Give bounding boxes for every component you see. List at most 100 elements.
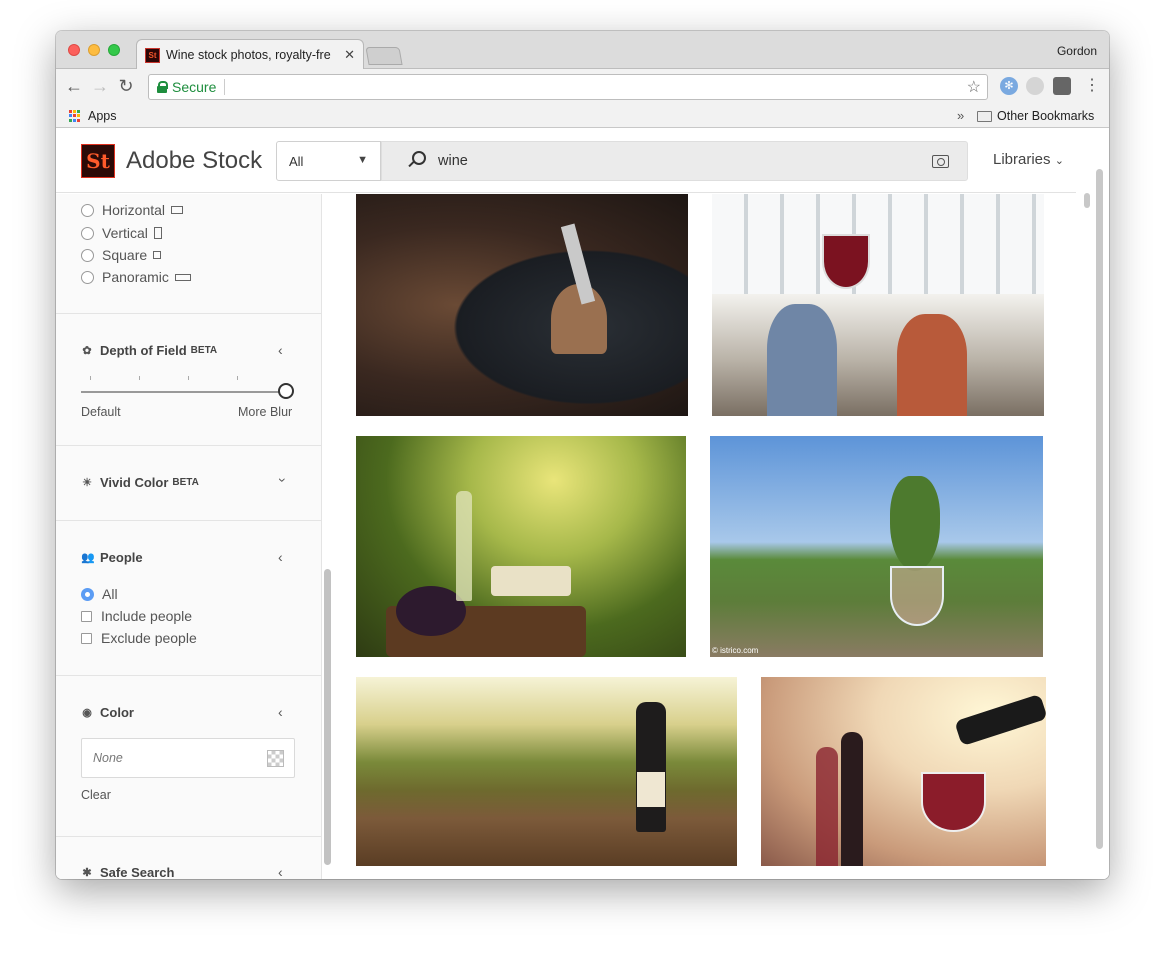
photo-wine-corkscrew[interactable] <box>356 194 688 416</box>
apps-bookmark[interactable]: Apps <box>88 109 117 123</box>
color-header[interactable]: ◉ Color <box>81 705 134 720</box>
browser-tab-active[interactable]: St Wine stock photos, royalty-fre ✕ <box>136 39 364 70</box>
photo-wine-bottle-table[interactable] <box>356 677 737 866</box>
square-shape-icon <box>153 251 162 259</box>
checkbox[interactable] <box>81 632 92 644</box>
extension-blue-icon[interactable]: ✻ <box>1000 77 1018 95</box>
cheese-shape <box>491 566 571 596</box>
color-picker-field[interactable]: None <box>81 738 295 778</box>
wine-bottle-shape <box>456 491 472 601</box>
chevron-down-icon: ▼ <box>357 154 368 166</box>
aperture-icon: ✿ <box>82 344 92 357</box>
libraries-menu[interactable]: Libraries ⌄ <box>993 151 1064 168</box>
panoramic-shape-icon <box>174 273 191 281</box>
color-title: Color <box>100 705 134 720</box>
extension-gray-icon[interactable] <box>1026 77 1044 95</box>
brand-name[interactable]: Adobe Stock <box>126 147 262 175</box>
orientation-option-panoramic[interactable]: Panoramic <box>81 269 191 285</box>
transparency-swatch-icon[interactable] <box>267 750 284 767</box>
search-bar[interactable]: wine <box>381 141 968 181</box>
adobe-stock-favicon: St <box>145 47 160 63</box>
lock-icon <box>157 81 168 93</box>
close-window-button[interactable] <box>68 44 80 56</box>
chevron-left-icon[interactable]: ‹ <box>278 864 283 879</box>
chevron-left-icon[interactable]: ‹ <box>278 704 283 720</box>
section-divider <box>56 520 321 521</box>
depth-of-field-slider-track[interactable] <box>81 391 293 393</box>
apps-grid-icon[interactable] <box>69 110 81 122</box>
section-divider <box>56 675 321 676</box>
beta-badge: BETA <box>190 345 218 356</box>
radio-button[interactable] <box>81 248 94 262</box>
slider-tick <box>139 376 140 380</box>
chevron-left-icon[interactable]: ‹ <box>278 342 283 358</box>
minimize-window-button[interactable] <box>88 44 100 56</box>
people-header[interactable]: 👥 People <box>81 550 143 565</box>
slider-min-label: Default <box>81 405 121 419</box>
other-bookmarks[interactable]: Other Bookmarks <box>997 109 1094 123</box>
radio-button[interactable] <box>81 203 94 217</box>
vivid-color-title: Vivid Color <box>100 475 169 490</box>
depth-of-field-slider-handle[interactable] <box>278 383 294 399</box>
orientation-label: Square <box>102 247 148 263</box>
section-divider <box>56 445 321 446</box>
back-arrow-icon[interactable]: ← <box>61 74 87 100</box>
page-scrollbar-area <box>1076 129 1109 879</box>
bottle-shape <box>816 747 838 866</box>
sun-icon: ☀ <box>82 476 92 489</box>
results-scrollbar[interactable] <box>1084 193 1090 208</box>
radio-button[interactable] <box>81 270 94 284</box>
checkbox[interactable] <box>81 610 92 622</box>
vivid-color-header[interactable]: ☀ Vivid Color BETA <box>81 475 199 490</box>
photo-grapes-wine-glass[interactable]: © istrico.com <box>710 436 1043 657</box>
people-icon: 👥 <box>81 551 95 564</box>
address-bar[interactable]: Secure ☆ <box>148 74 988 100</box>
browser-toolbar: ← → ↻ Secure ☆ <box>56 69 1109 104</box>
tab-title: Wine stock photos, royalty-fre <box>166 48 331 62</box>
content-type-select[interactable]: All ▼ <box>276 141 381 181</box>
zoom-window-button[interactable] <box>108 44 120 56</box>
people-option-include[interactable]: Include people <box>81 608 192 624</box>
radio-button-selected[interactable] <box>81 587 94 601</box>
camera-icon[interactable] <box>932 155 949 168</box>
sidebar-scrollbar[interactable] <box>324 569 331 865</box>
reload-icon[interactable]: ↻ <box>113 74 139 100</box>
window-background <box>712 194 1044 294</box>
orientation-option-square[interactable]: Square <box>81 247 162 263</box>
slider-tick <box>90 376 91 380</box>
photo-vineyard-wine-cheese[interactable] <box>356 436 686 657</box>
glass-shape <box>890 566 944 626</box>
man-figure <box>767 304 837 416</box>
orientation-label: Horizontal <box>102 202 166 218</box>
adobe-stock-logo[interactable]: St <box>81 144 115 178</box>
slider-tick <box>188 376 189 380</box>
chevron-down-icon[interactable]: ‹ <box>272 478 288 483</box>
photo-pouring-red-wine[interactable] <box>761 677 1046 866</box>
chevron-left-icon[interactable]: ‹ <box>278 549 283 565</box>
chevron-down-icon: ⌄ <box>1054 155 1064 167</box>
safe-search-header[interactable]: ✱ Safe Search <box>81 865 174 879</box>
extension-dark-icon[interactable] <box>1053 77 1071 95</box>
orientation-option-horizontal[interactable]: Horizontal <box>81 202 184 218</box>
bottle-shape <box>841 732 863 866</box>
profile-name[interactable]: Gordon <box>1057 44 1097 58</box>
people-option-all[interactable]: All <box>81 586 118 602</box>
radio-button[interactable] <box>81 226 94 240</box>
orientation-label: Vertical <box>102 225 148 241</box>
forward-arrow-icon[interactable]: → <box>87 74 113 100</box>
page-scrollbar[interactable] <box>1096 169 1103 849</box>
search-input[interactable]: wine <box>438 153 468 169</box>
wine-glass <box>822 234 870 289</box>
clear-color-link[interactable]: Clear <box>81 788 111 802</box>
photo-couple-red-wine[interactable] <box>712 194 1044 416</box>
close-tab-icon[interactable]: ✕ <box>344 47 355 63</box>
depth-of-field-header[interactable]: ✿ Depth of Field BETA <box>81 343 217 358</box>
new-tab-button[interactable] <box>365 47 403 65</box>
orientation-label: Panoramic <box>102 269 169 285</box>
browser-menu-icon[interactable]: ⋮ <box>1084 75 1100 95</box>
orientation-option-vertical[interactable]: Vertical <box>81 225 162 241</box>
results-grid: © istrico.com <box>336 194 1081 879</box>
people-option-exclude[interactable]: Exclude people <box>81 630 197 646</box>
bookmark-star-icon[interactable]: ☆ <box>967 77 981 97</box>
more-bookmarks-chevron-icon[interactable]: » <box>957 108 964 123</box>
